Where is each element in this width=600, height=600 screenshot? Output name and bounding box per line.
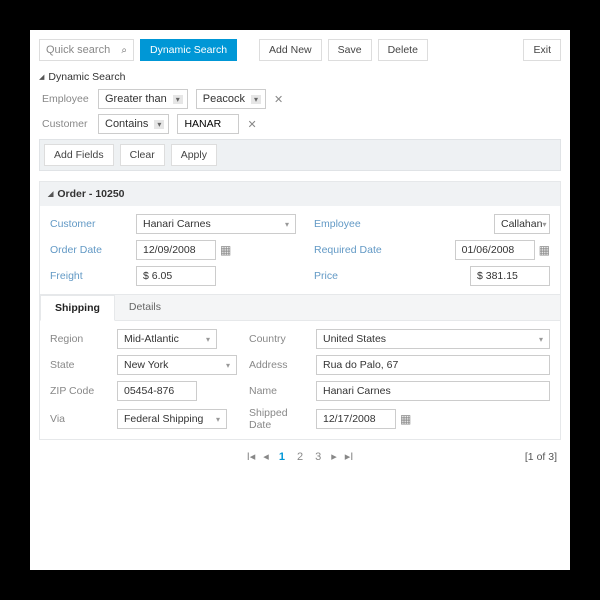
order-fields: Customer Hanari Carnes▾ Employee Callaha… <box>40 206 560 294</box>
via-select[interactable]: Federal Shipping▾ <box>117 409 227 429</box>
remove-icon[interactable]: ✕ <box>247 118 256 131</box>
chevron-down-icon: ▾ <box>542 220 546 229</box>
chevron-down-icon: ▾ <box>154 120 164 129</box>
criteria-label: Employee <box>42 93 90 105</box>
calendar-icon[interactable]: ▦ <box>400 412 411 426</box>
collapse-icon: ◢ <box>48 190 53 198</box>
order-card: ◢ Order - 10250 Customer Hanari Carnes▾ … <box>39 181 561 440</box>
address-input[interactable]: Rua do Palo, 67 <box>316 355 550 375</box>
calendar-icon[interactable]: ▦ <box>220 243 231 257</box>
delete-button[interactable]: Delete <box>378 39 428 61</box>
order-header[interactable]: ◢ Order - 10250 <box>40 182 560 206</box>
prev-page-icon[interactable]: ◂ <box>263 450 269 463</box>
collapse-icon: ◢ <box>39 73 44 81</box>
order-date-label: Order Date <box>50 244 128 256</box>
chevron-down-icon: ▾ <box>216 415 220 424</box>
shipped-date-label: Shipped Date <box>249 407 304 431</box>
tab-details[interactable]: Details <box>115 295 175 320</box>
employee-select[interactable]: Callahan▾ <box>494 214 550 234</box>
first-page-icon[interactable]: I◂ <box>247 450 256 463</box>
freight-input[interactable]: $ 6.05 <box>136 266 216 286</box>
country-select[interactable]: United States▾ <box>316 329 550 349</box>
country-label: Country <box>249 333 304 345</box>
chevron-down-icon: ▾ <box>539 335 543 344</box>
dynamic-search-section: ◢ Dynamic Search Employee Greater than▾ … <box>39 71 561 171</box>
chevron-down-icon: ▾ <box>226 361 230 370</box>
chevron-down-icon: ▾ <box>173 95 183 104</box>
shipping-fields: Region Mid-Atlantic▾ Country United Stat… <box>40 320 560 439</box>
zip-input[interactable]: 05454-876 <box>117 381 197 401</box>
remove-icon[interactable]: ✕ <box>274 93 283 106</box>
employee-label: Employee <box>314 218 394 230</box>
clear-button[interactable]: Clear <box>120 144 165 166</box>
price-label: Price <box>314 270 394 282</box>
name-input[interactable]: Hanari Carnes <box>316 381 550 401</box>
quick-search-input[interactable]: Quick search ⌕ <box>39 39 134 61</box>
tabs: Shipping Details <box>40 294 560 320</box>
name-label: Name <box>249 385 304 397</box>
via-label: Via <box>50 413 105 425</box>
criteria-row-customer: Customer Contains▾ ✕ <box>42 114 561 134</box>
operator-select[interactable]: Contains▾ <box>98 114 169 134</box>
criteria-row-employee: Employee Greater than▾ Peacock▾ ✕ <box>42 89 561 109</box>
order-title: Order - 10250 <box>57 188 124 200</box>
toolbar: Quick search ⌕ Dynamic Search Add New Sa… <box>39 39 561 61</box>
dynamic-search-header[interactable]: ◢ Dynamic Search <box>39 71 561 83</box>
exit-button[interactable]: Exit <box>523 39 561 61</box>
customer-label: Customer <box>50 218 128 230</box>
search-icon: ⌕ <box>121 45 127 56</box>
order-date-input[interactable]: 12/09/2008 <box>136 240 216 260</box>
save-button[interactable]: Save <box>328 39 372 61</box>
apply-button[interactable]: Apply <box>171 144 217 166</box>
state-select[interactable]: New York▾ <box>117 355 237 375</box>
add-fields-button[interactable]: Add Fields <box>44 144 114 166</box>
value-input[interactable] <box>177 114 239 134</box>
required-date-input[interactable]: 01/06/2008 <box>455 240 535 260</box>
page-1[interactable]: 1 <box>277 451 287 463</box>
next-page-icon[interactable]: ▸ <box>331 450 337 463</box>
customer-select[interactable]: Hanari Carnes▾ <box>136 214 296 234</box>
dynamic-search-actions: Add Fields Clear Apply <box>39 139 561 171</box>
quick-search-placeholder: Quick search <box>46 44 110 56</box>
page-2[interactable]: 2 <box>295 451 305 463</box>
region-label: Region <box>50 333 105 345</box>
region-select[interactable]: Mid-Atlantic▾ <box>117 329 217 349</box>
app-panel: Quick search ⌕ Dynamic Search Add New Sa… <box>30 30 570 570</box>
page-3[interactable]: 3 <box>313 451 323 463</box>
address-label: Address <box>249 359 304 371</box>
tab-shipping[interactable]: Shipping <box>40 295 115 321</box>
pager: I◂ ◂ 1 2 3 ▸ ▸I [1 of 3] <box>39 440 561 465</box>
price-input[interactable]: $ 381.15 <box>470 266 550 286</box>
dynamic-search-button[interactable]: Dynamic Search <box>140 39 237 61</box>
chevron-down-icon: ▾ <box>206 335 210 344</box>
value-select[interactable]: Peacock▾ <box>196 89 266 109</box>
page-status: [1 of 3] <box>525 451 557 463</box>
shipped-date-input[interactable]: 12/17/2008 <box>316 409 396 429</box>
dynamic-search-title: Dynamic Search <box>48 71 125 83</box>
required-date-label: Required Date <box>314 244 394 256</box>
freight-label: Freight <box>50 270 128 282</box>
zip-label: ZIP Code <box>50 385 105 397</box>
criteria-label: Customer <box>42 118 90 130</box>
chevron-down-icon: ▾ <box>285 220 289 229</box>
state-label: State <box>50 359 105 371</box>
calendar-icon[interactable]: ▦ <box>539 243 550 257</box>
operator-select[interactable]: Greater than▾ <box>98 89 188 109</box>
chevron-down-icon: ▾ <box>251 95 261 104</box>
add-new-button[interactable]: Add New <box>259 39 322 61</box>
last-page-icon[interactable]: ▸I <box>345 450 354 463</box>
